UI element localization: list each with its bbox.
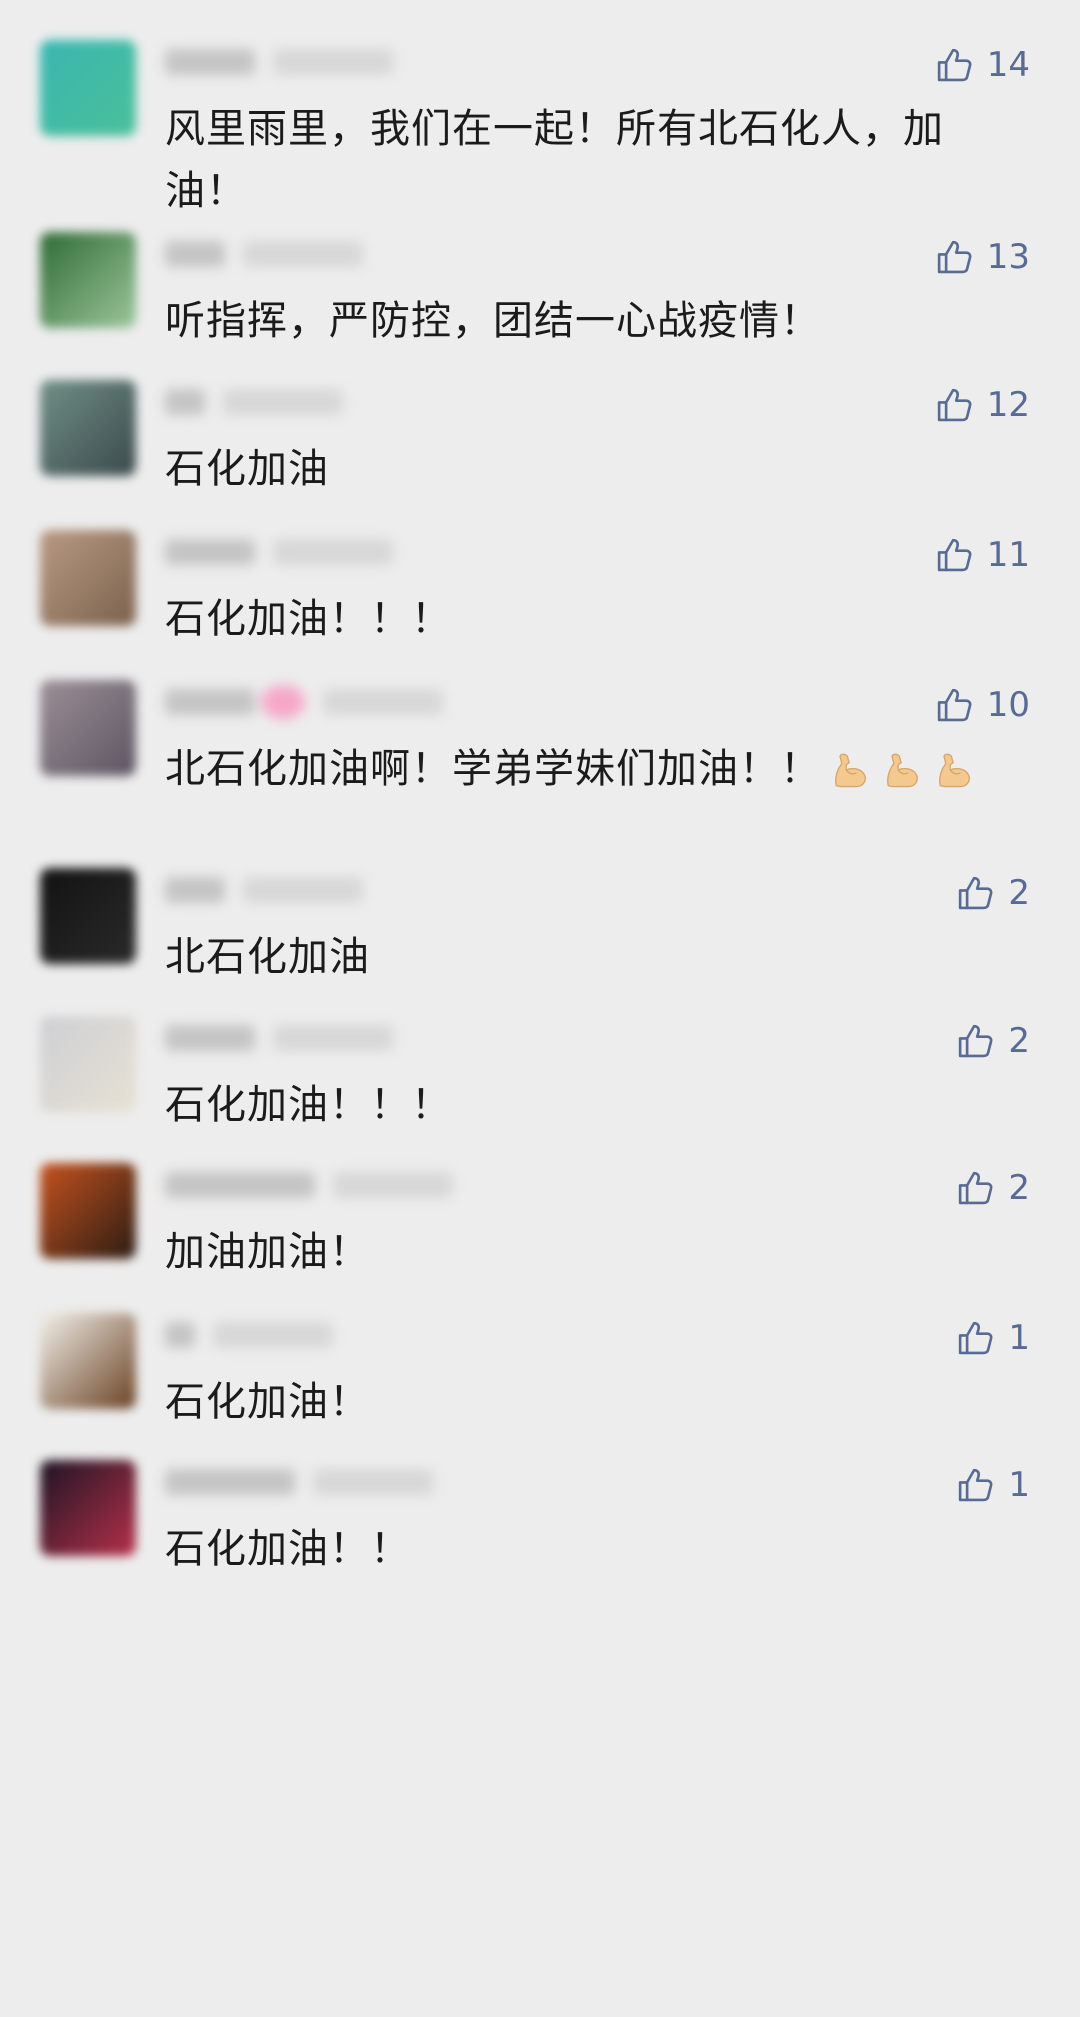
comment-text-content: 加油加油！ — [165, 1229, 370, 1275]
thumbs-up-icon — [954, 1317, 996, 1359]
comment-text: 听指挥，严防控，团结一心战疫情！ — [165, 290, 1025, 352]
timestamp-blurred — [273, 49, 393, 75]
avatar[interactable] — [40, 380, 136, 476]
like-button[interactable]: 2 — [954, 1016, 1030, 1066]
flexed-biceps-icon — [933, 749, 977, 793]
comment-text-content: 石化加油！！！ — [165, 1082, 452, 1128]
username-blurred — [165, 238, 363, 270]
like-button[interactable]: 10 — [933, 680, 1030, 730]
comment-text-content: 石化加油！！ — [165, 1526, 411, 1572]
heart-emoji-blurred — [261, 685, 305, 719]
username-blurred-text — [165, 1025, 255, 1051]
like-button[interactable]: 1 — [954, 1460, 1030, 1510]
comment-text: 石化加油 — [165, 438, 1025, 500]
like-button[interactable]: 13 — [933, 232, 1030, 282]
username-blurred-text — [165, 877, 225, 903]
like-count: 2 — [1008, 1021, 1030, 1061]
username-blurred-text — [165, 1322, 195, 1348]
comment-text: 石化加油！！！ — [165, 1074, 1025, 1136]
comment-text-content: 风里雨里，我们在一起！所有北石化人，加油！ — [165, 106, 944, 214]
username-blurred-text — [165, 1469, 295, 1495]
thumbs-up-icon — [954, 1167, 996, 1209]
like-count: 1 — [1008, 1465, 1030, 1505]
comment-text-content: 北石化加油啊！学弟学妹们加油！！ — [165, 746, 821, 792]
like-button[interactable]: 12 — [933, 380, 1030, 430]
timestamp-blurred — [273, 1025, 393, 1051]
username-blurred — [165, 1169, 453, 1201]
timestamp-blurred — [243, 241, 363, 267]
timestamp-blurred — [223, 389, 343, 415]
like-count: 1 — [1008, 1318, 1030, 1358]
comment-text-content: 石化加油 — [165, 446, 329, 492]
username-blurred — [165, 1466, 433, 1498]
username-blurred — [165, 685, 443, 719]
like-button[interactable]: 2 — [954, 1163, 1030, 1213]
like-count: 14 — [986, 45, 1030, 85]
thumbs-up-icon — [933, 44, 975, 86]
like-count: 13 — [986, 237, 1030, 277]
comment-text: 加油加油！ — [165, 1221, 1025, 1283]
username-blurred — [165, 46, 393, 78]
username-blurred-text — [165, 1172, 315, 1198]
avatar[interactable] — [40, 1163, 136, 1259]
comment-text-content: 北石化加油 — [165, 934, 370, 980]
avatar[interactable] — [40, 680, 136, 776]
comment-text-content: 石化加油！！！ — [165, 596, 452, 642]
thumbs-up-icon — [933, 534, 975, 576]
timestamp-blurred — [243, 877, 363, 903]
comment-text: 北石化加油啊！学弟学妹们加油！！ — [165, 738, 1025, 800]
like-button[interactable]: 14 — [933, 40, 1030, 90]
timestamp-blurred — [213, 1322, 333, 1348]
timestamp-blurred — [273, 539, 393, 565]
comment-text: 北石化加油 — [165, 926, 1025, 988]
like-button[interactable]: 1 — [954, 1313, 1030, 1363]
flexed-biceps-icon — [829, 749, 873, 793]
like-button[interactable]: 2 — [954, 868, 1030, 918]
avatar[interactable] — [40, 530, 136, 626]
username-blurred — [165, 874, 363, 906]
like-button[interactable]: 11 — [933, 530, 1030, 580]
thumbs-up-icon — [954, 1464, 996, 1506]
comment-text: 石化加油！！！ — [165, 588, 1025, 650]
comment-text-content: 石化加油！ — [165, 1379, 370, 1425]
timestamp-blurred — [313, 1469, 433, 1495]
username-blurred-text — [165, 49, 255, 75]
username-blurred — [165, 386, 343, 418]
avatar[interactable] — [40, 1460, 136, 1556]
username-blurred — [165, 1319, 333, 1351]
timestamp-blurred — [323, 689, 443, 715]
avatar[interactable] — [40, 1313, 136, 1409]
username-blurred — [165, 1022, 393, 1054]
comment-list: 风里雨里，我们在一起！所有北石化人，加油！ 14 听指挥，严防控，团结一心战疫情！… — [0, 0, 1080, 2017]
like-count: 2 — [1008, 1168, 1030, 1208]
like-count: 10 — [986, 685, 1030, 725]
avatar[interactable] — [40, 868, 136, 964]
thumbs-up-icon — [954, 1020, 996, 1062]
timestamp-blurred — [333, 1172, 453, 1198]
like-count: 12 — [986, 385, 1030, 425]
thumbs-up-icon — [954, 872, 996, 914]
avatar[interactable] — [40, 232, 136, 328]
flexed-biceps-icon — [881, 749, 925, 793]
comment-text: 风里雨里，我们在一起！所有北石化人，加油！ — [165, 98, 1025, 222]
username-blurred-text — [165, 389, 205, 415]
like-count: 2 — [1008, 873, 1030, 913]
comment-text-content: 听指挥，严防控，团结一心战疫情！ — [165, 298, 821, 344]
comment-text: 石化加油！ — [165, 1371, 1025, 1433]
avatar[interactable] — [40, 1016, 136, 1112]
username-blurred-text — [165, 539, 255, 565]
username-blurred-text — [165, 241, 225, 267]
thumbs-up-icon — [933, 684, 975, 726]
like-count: 11 — [986, 535, 1030, 575]
username-blurred-text — [165, 689, 255, 715]
username-blurred — [165, 536, 393, 568]
comment-text: 石化加油！！ — [165, 1518, 1025, 1580]
thumbs-up-icon — [933, 384, 975, 426]
avatar[interactable] — [40, 40, 136, 136]
thumbs-up-icon — [933, 236, 975, 278]
